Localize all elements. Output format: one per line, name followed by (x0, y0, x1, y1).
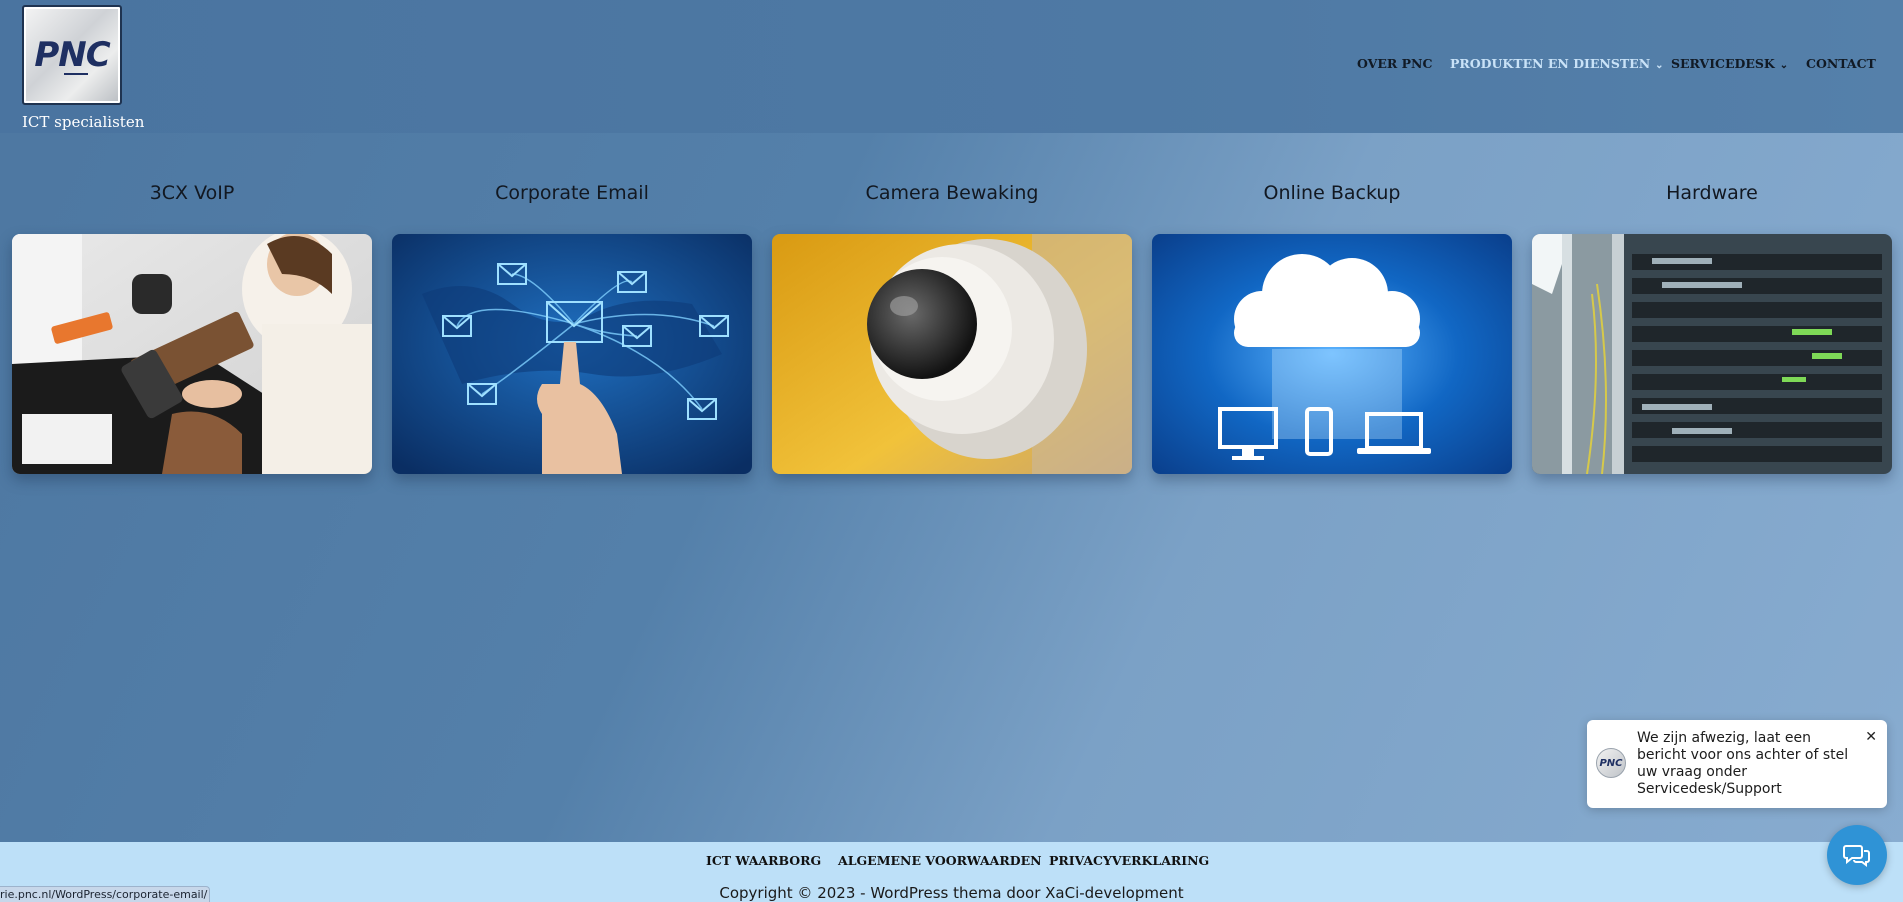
nav-item-over-pnc[interactable]: OVER PNC (1357, 56, 1432, 71)
nav-item-contact[interactable]: CONTACT (1806, 56, 1876, 71)
tagline: ICT specialisten (22, 113, 145, 131)
close-icon[interactable]: ✕ (1865, 729, 1877, 745)
status-bar-url: rie.pnc.nl/WordPress/corporate-email/ (0, 886, 210, 902)
chat-popup[interactable]: PNC We zijn afwezig, laat een bericht vo… (1587, 720, 1887, 808)
card-title-hardware[interactable]: Hardware (1532, 182, 1892, 204)
card-image-camera-bewaking[interactable] (772, 234, 1132, 474)
email-network-image (392, 234, 752, 474)
card-title-corporate-email[interactable]: Corporate Email (392, 182, 752, 204)
chevron-down-icon: ⌄ (1779, 60, 1789, 71)
logo-text: PNC (34, 35, 110, 75)
card-image-online-backup[interactable] (1152, 234, 1512, 474)
card-image-hardware[interactable] (1532, 234, 1892, 474)
nav-item-produkten-en-diensten[interactable]: PRODUKTEN EN DIENSTEN ⌄ (1450, 56, 1664, 71)
card-title-online-backup[interactable]: Online Backup (1152, 182, 1512, 204)
nav-label: CONTACT (1806, 56, 1876, 71)
footer-link-algemene-voorwaarden[interactable]: ALGEMENE VOORWAARDEN (838, 853, 1042, 868)
card-title-3cx-voip[interactable]: 3CX VoIP (12, 182, 372, 204)
copyright: Copyright © 2023 - WordPress thema door … (719, 884, 1184, 902)
nav-label: OVER PNC (1357, 56, 1433, 71)
person-phone-image (12, 234, 372, 474)
card-image-corporate-email[interactable] (392, 234, 752, 474)
footer-link-ict-waarborg[interactable]: ICT WAARBORG (706, 853, 821, 868)
chevron-down-icon: ⌄ (1655, 60, 1664, 71)
logo-underline (64, 73, 88, 75)
chat-bubbles-icon (1843, 845, 1870, 867)
card-title-camera-bewaking[interactable]: Camera Bewaking (772, 182, 1132, 204)
security-camera-image (772, 234, 1132, 474)
nav-label: PRODUKTEN EN DIENSTEN (1450, 56, 1651, 71)
footer-link-privacyverklaring[interactable]: PRIVACYVERKLARING (1049, 853, 1209, 868)
chat-message: We zijn afwezig, laat een bericht voor o… (1637, 730, 1849, 797)
cloud-devices-image (1152, 234, 1512, 474)
server-rack-image (1532, 234, 1892, 474)
chat-avatar: PNC (1596, 748, 1626, 778)
card-image-3cx-voip[interactable] (12, 234, 372, 474)
chat-avatar-text: PNC (1599, 757, 1623, 769)
footer: ICT WAARBORG ALGEMENE VOORWAARDEN PRIVAC… (0, 842, 1903, 902)
logo[interactable]: PNC (22, 5, 122, 105)
nav-item-servicedesk[interactable]: SERVICEDESK ⌄ (1671, 56, 1788, 71)
nav-label: SERVICEDESK (1671, 56, 1775, 71)
chat-launcher-button[interactable] (1827, 825, 1887, 885)
